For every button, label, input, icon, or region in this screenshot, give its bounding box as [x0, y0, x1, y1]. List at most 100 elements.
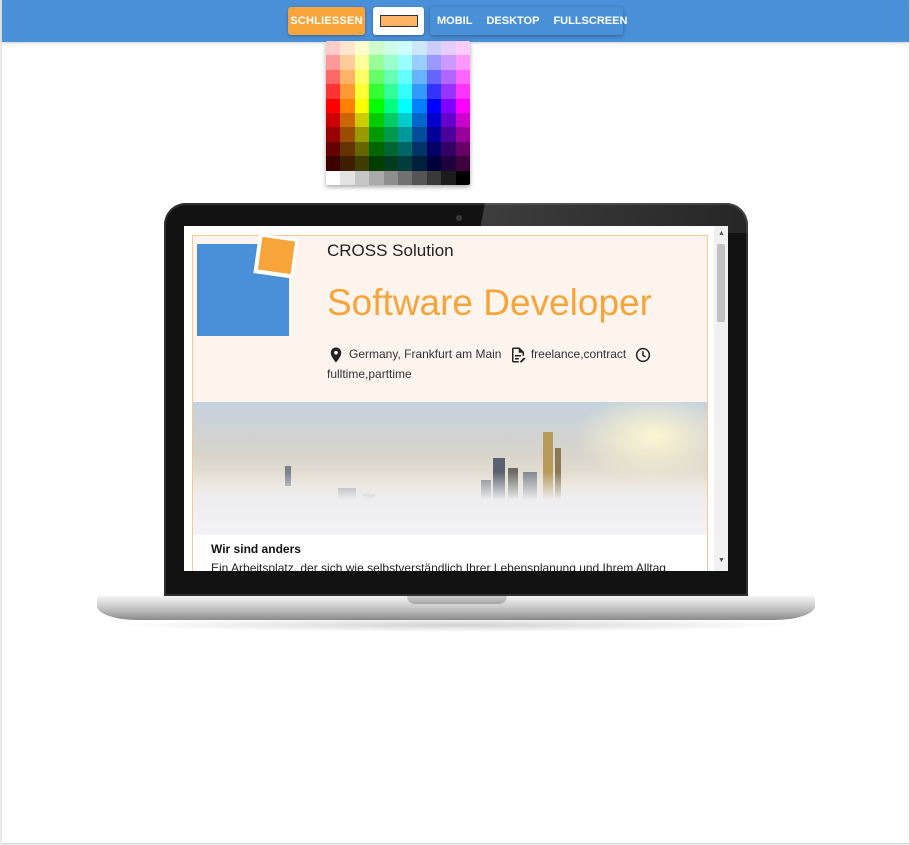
close-button[interactable]: SCHLIESSEN — [288, 7, 365, 35]
scroll-thumb[interactable] — [717, 244, 725, 322]
palette-swatch[interactable] — [412, 69, 427, 85]
palette-swatch[interactable] — [455, 156, 470, 171]
preview-scrollbar[interactable]: ▲ ▼ — [714, 226, 728, 571]
palette-swatch[interactable] — [369, 55, 384, 70]
color-picker-button[interactable] — [373, 7, 424, 35]
palette-swatch[interactable] — [426, 41, 442, 56]
palette-swatch[interactable] — [398, 141, 413, 157]
palette-swatch[interactable] — [383, 84, 398, 99]
palette-swatch[interactable] — [326, 141, 341, 157]
palette-swatch[interactable] — [369, 127, 384, 142]
palette-swatch[interactable] — [412, 141, 427, 157]
palette-swatch[interactable] — [398, 55, 413, 70]
palette-swatch[interactable] — [369, 98, 384, 113]
palette-swatch[interactable] — [340, 84, 355, 99]
palette-swatch[interactable] — [340, 41, 355, 56]
palette-swatch[interactable] — [426, 98, 442, 113]
palette-swatch[interactable] — [340, 156, 355, 171]
view-mobile-button[interactable]: MOBIL — [430, 7, 479, 35]
palette-swatch[interactable] — [326, 41, 341, 56]
palette-swatch[interactable] — [354, 156, 370, 171]
palette-swatch[interactable] — [426, 156, 442, 171]
palette-swatch[interactable] — [455, 84, 470, 99]
view-fullscreen-button[interactable]: FULLSCREEN — [546, 7, 634, 35]
palette-swatch-gray[interactable] — [441, 170, 456, 185]
palette-swatch[interactable] — [326, 55, 341, 70]
palette-swatch[interactable] — [412, 98, 427, 113]
palette-swatch[interactable] — [354, 127, 370, 142]
palette-swatch[interactable] — [441, 113, 456, 128]
palette-swatch[interactable] — [340, 127, 355, 142]
palette-swatch[interactable] — [426, 113, 442, 128]
palette-swatch[interactable] — [383, 55, 398, 70]
palette-swatch[interactable] — [441, 84, 456, 99]
palette-swatch[interactable] — [398, 84, 413, 99]
palette-swatch-gray[interactable] — [369, 170, 384, 185]
palette-swatch[interactable] — [455, 98, 470, 113]
palette-swatch[interactable] — [426, 84, 442, 99]
palette-swatch[interactable] — [426, 141, 442, 157]
palette-swatch[interactable] — [383, 41, 398, 56]
palette-swatch-gray[interactable] — [340, 170, 355, 185]
palette-swatch[interactable] — [326, 127, 341, 142]
palette-swatch[interactable] — [383, 69, 398, 85]
palette-swatch[interactable] — [426, 69, 442, 85]
palette-swatch[interactable] — [354, 55, 370, 70]
palette-swatch[interactable] — [412, 84, 427, 99]
palette-swatch[interactable] — [354, 69, 370, 85]
palette-swatch[interactable] — [412, 156, 427, 171]
palette-swatch[interactable] — [455, 113, 470, 128]
palette-swatch[interactable] — [369, 141, 384, 157]
palette-swatch[interactable] — [441, 98, 456, 113]
palette-swatch[interactable] — [340, 141, 355, 157]
palette-swatch[interactable] — [326, 156, 341, 171]
palette-swatch[interactable] — [369, 41, 384, 56]
palette-swatch-gray[interactable] — [412, 170, 427, 185]
palette-swatch[interactable] — [326, 113, 341, 128]
palette-swatch[interactable] — [398, 41, 413, 56]
palette-swatch[interactable] — [441, 141, 456, 157]
palette-swatch-gray[interactable] — [354, 170, 370, 185]
palette-swatch[interactable] — [354, 98, 370, 113]
palette-swatch[interactable] — [354, 113, 370, 128]
palette-swatch[interactable] — [398, 127, 413, 142]
palette-swatch[interactable] — [326, 98, 341, 113]
palette-swatch[interactable] — [398, 69, 413, 85]
palette-swatch[interactable] — [441, 55, 456, 70]
palette-swatch[interactable] — [326, 69, 341, 85]
palette-swatch[interactable] — [383, 98, 398, 113]
scroll-down-arrow-icon[interactable]: ▼ — [718, 557, 725, 564]
palette-swatch[interactable] — [412, 127, 427, 142]
palette-swatch-gray[interactable] — [455, 170, 470, 185]
palette-swatch[interactable] — [412, 41, 427, 56]
palette-swatch[interactable] — [455, 41, 470, 56]
palette-swatch[interactable] — [354, 41, 370, 56]
palette-swatch[interactable] — [398, 113, 413, 128]
palette-swatch[interactable] — [412, 55, 427, 70]
palette-swatch[interactable] — [326, 84, 341, 99]
palette-swatch[interactable] — [340, 55, 355, 70]
palette-swatch[interactable] — [369, 84, 384, 99]
palette-swatch-gray[interactable] — [326, 170, 341, 185]
palette-swatch[interactable] — [383, 156, 398, 171]
palette-swatch[interactable] — [354, 141, 370, 157]
palette-swatch[interactable] — [412, 113, 427, 128]
palette-swatch-gray[interactable] — [383, 170, 398, 185]
palette-swatch[interactable] — [369, 156, 384, 171]
palette-swatch[interactable] — [455, 127, 470, 142]
palette-swatch[interactable] — [455, 55, 470, 70]
palette-swatch[interactable] — [340, 69, 355, 85]
palette-swatch[interactable] — [441, 127, 456, 142]
palette-swatch[interactable] — [455, 69, 470, 85]
palette-swatch[interactable] — [383, 113, 398, 128]
palette-swatch[interactable] — [354, 84, 370, 99]
palette-swatch[interactable] — [369, 113, 384, 128]
palette-swatch[interactable] — [369, 69, 384, 85]
palette-swatch[interactable] — [398, 156, 413, 171]
palette-swatch[interactable] — [383, 141, 398, 157]
palette-swatch-gray[interactable] — [398, 170, 413, 185]
palette-swatch[interactable] — [441, 156, 456, 171]
palette-swatch[interactable] — [455, 141, 470, 157]
palette-swatch[interactable] — [340, 113, 355, 128]
view-desktop-button[interactable]: DESKTOP — [479, 7, 546, 35]
